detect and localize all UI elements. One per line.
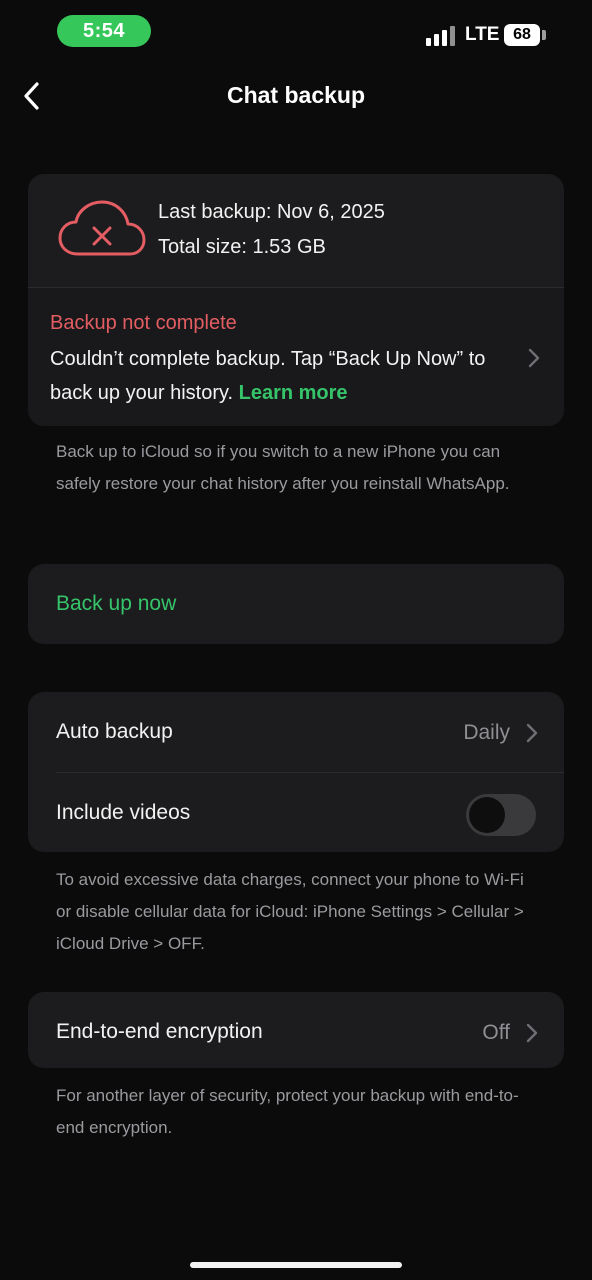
data-charges-note: To avoid excessive data charges, connect… <box>56 870 524 953</box>
learn-more-link[interactable]: Learn more <box>239 382 348 404</box>
auto-backup-row[interactable]: Auto backup Daily <box>28 692 564 771</box>
toggle-knob <box>469 797 505 833</box>
icloud-note: Back up to iCloud so if you switch to a … <box>56 442 510 493</box>
backup-error-row[interactable]: Backup not complete Couldn’t complete ba… <box>28 288 564 426</box>
chevron-right-icon <box>526 1023 538 1043</box>
backup-settings-card: Auto backup Daily Include videos <box>28 692 564 852</box>
backup-status-card: Last backup: Nov 6, 2025 Total size: 1.5… <box>28 174 564 426</box>
encryption-row[interactable]: End-to-end encryption Off <box>28 992 564 1068</box>
error-title: Backup not complete <box>50 312 237 334</box>
back-up-now-label: Back up now <box>56 592 177 615</box>
include-videos-row: Include videos <box>28 773 564 852</box>
auto-backup-value: Daily <box>463 721 510 744</box>
chevron-right-icon <box>526 723 538 743</box>
network-type: LTE <box>465 24 500 45</box>
chevron-right-icon <box>528 348 540 368</box>
auto-backup-label: Auto backup <box>56 720 173 743</box>
page-title: Chat backup <box>226 82 366 108</box>
battery-icon: 68 <box>504 24 540 46</box>
battery-cap <box>542 30 546 40</box>
include-videos-toggle[interactable] <box>466 794 536 836</box>
encryption-value: Off <box>482 1021 510 1044</box>
cloud-error-icon <box>58 200 146 256</box>
signal-icon <box>426 24 456 46</box>
encryption-note: For another layer of security, protect y… <box>56 1086 519 1137</box>
error-message: Couldn’t complete backup. Tap “Back Up N… <box>50 342 510 410</box>
status-time: 5:54 <box>57 15 151 47</box>
last-backup-text: Last backup: Nov 6, 2025 <box>158 201 385 223</box>
back-up-now-button[interactable]: Back up now <box>28 564 564 644</box>
include-videos-label: Include videos <box>56 801 191 824</box>
encryption-label: End-to-end encryption <box>56 1020 263 1043</box>
battery-level: 68 <box>513 26 531 43</box>
total-size-text: Total size: 1.53 GB <box>158 236 326 258</box>
home-indicator[interactable] <box>190 1262 402 1268</box>
status-bar: 5:54 LTE 68 <box>0 0 592 64</box>
